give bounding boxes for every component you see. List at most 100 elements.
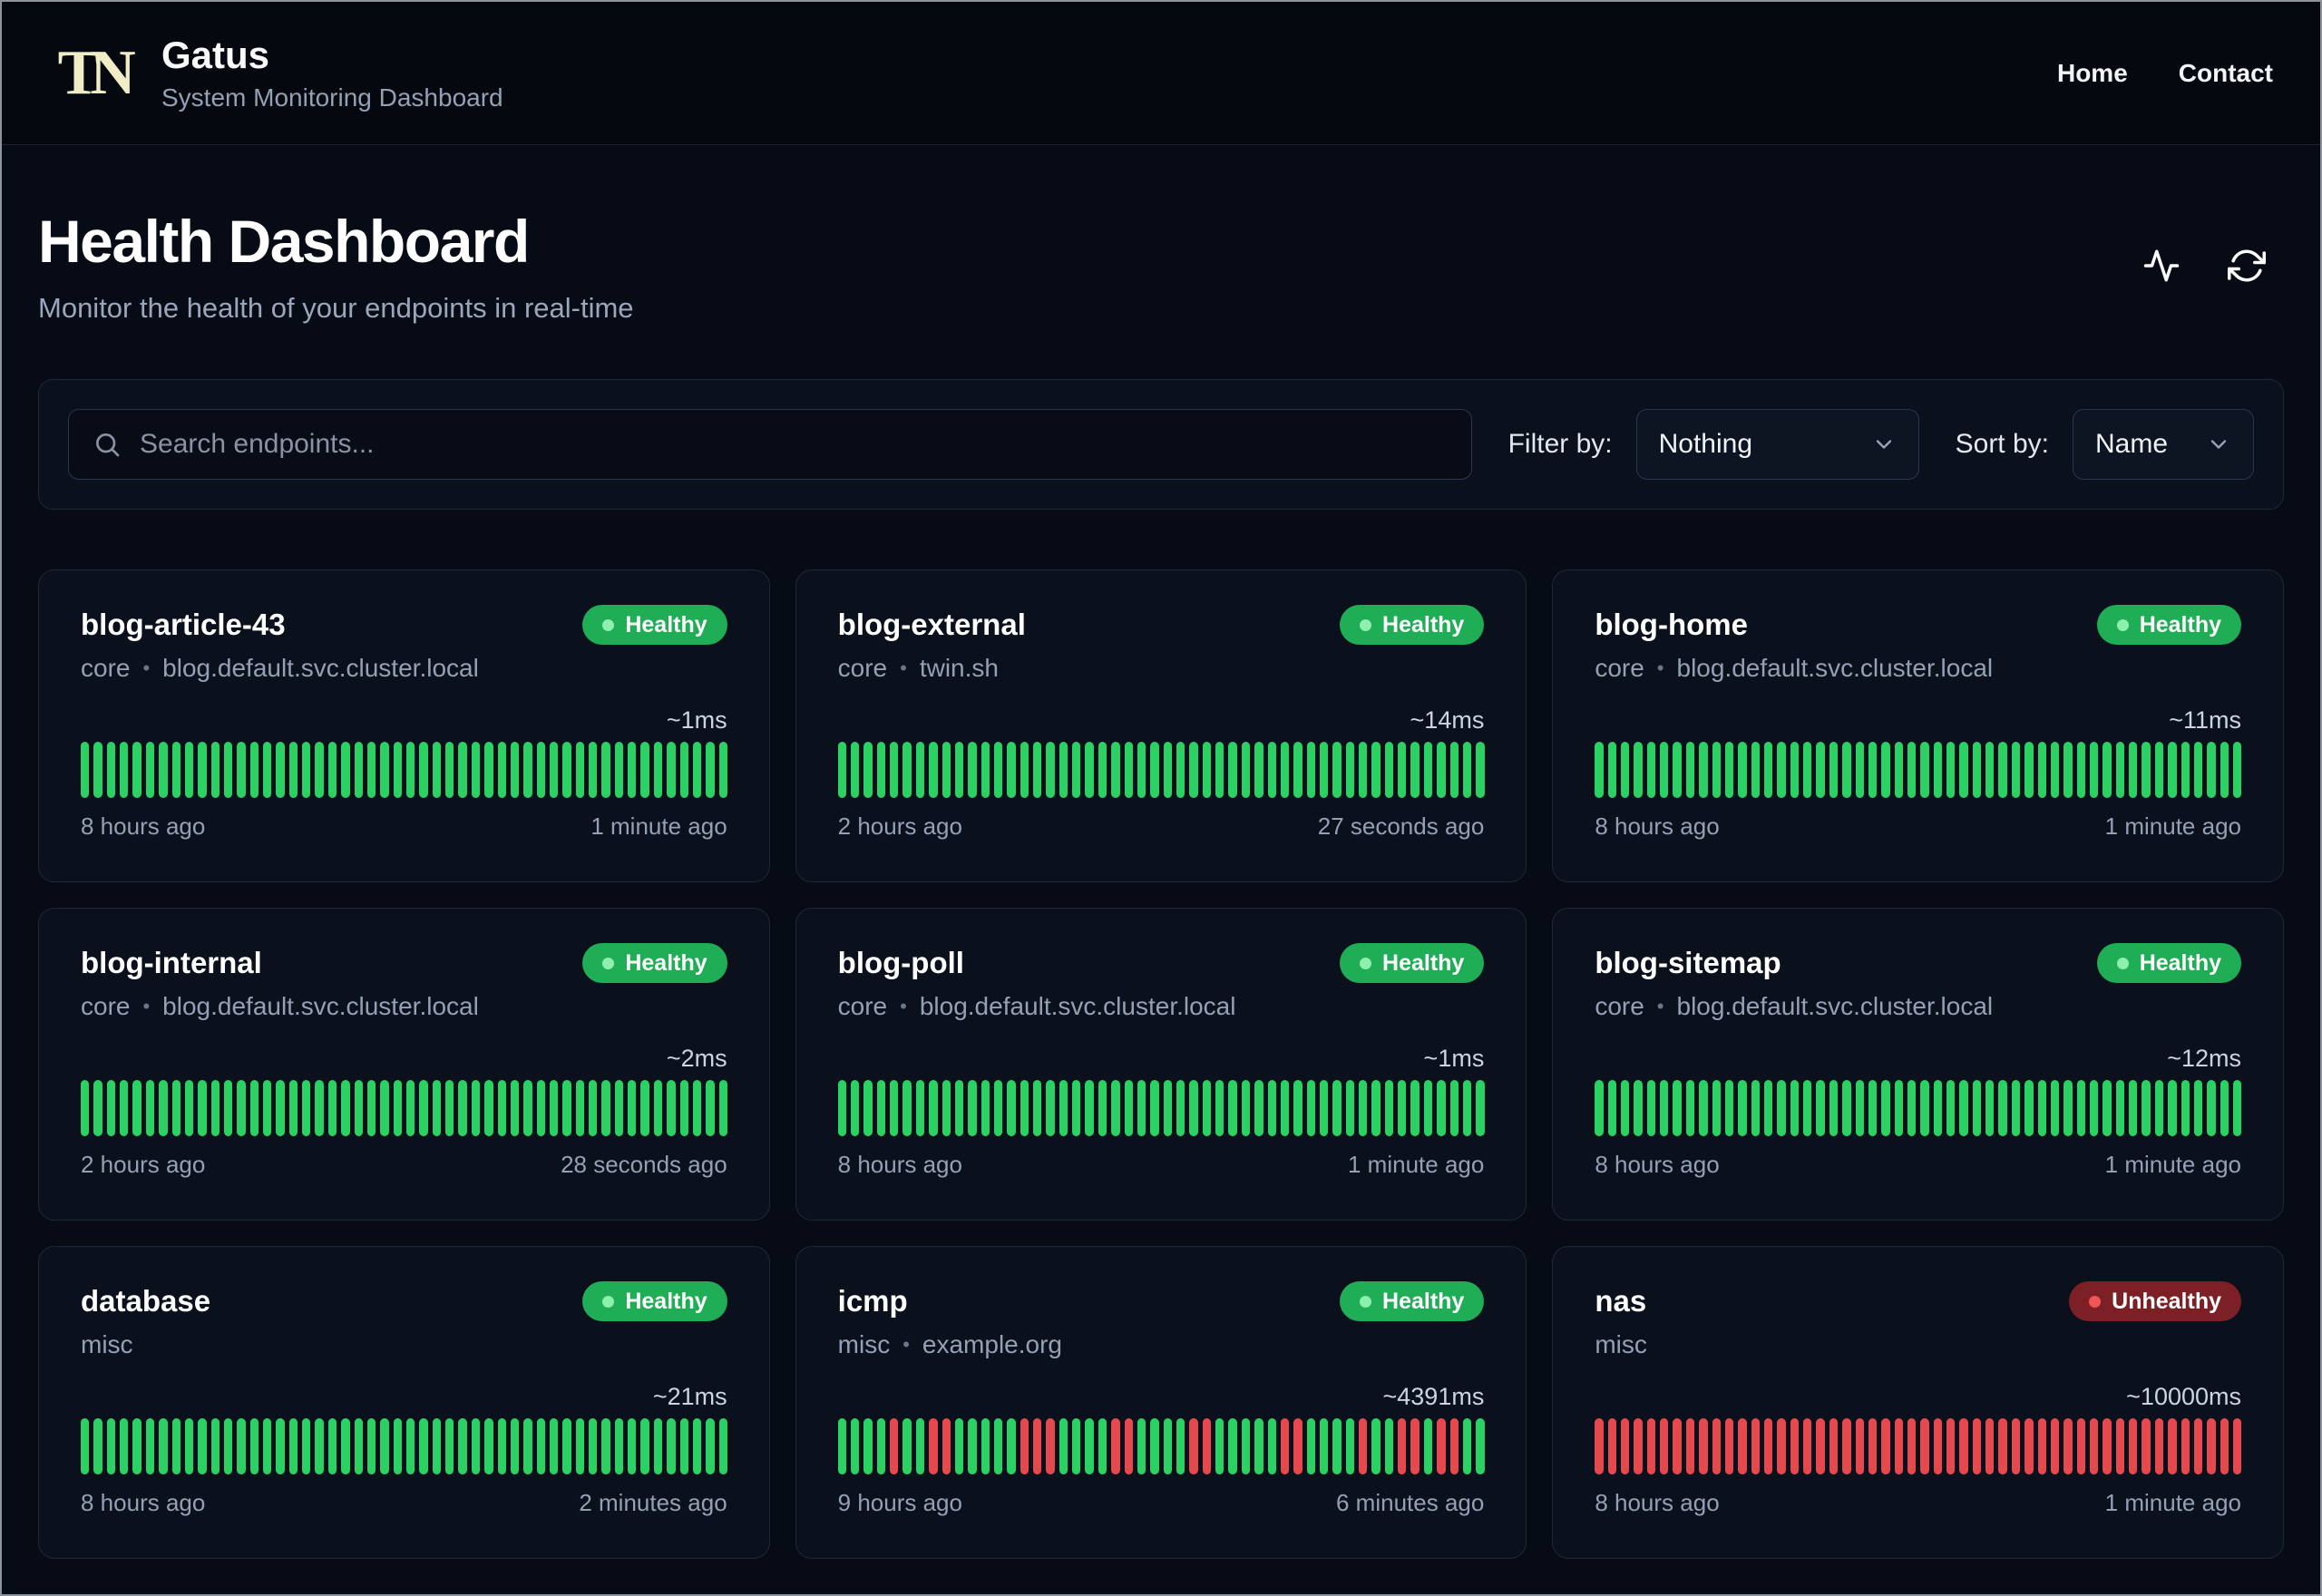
uptime-bar bbox=[1046, 1418, 1055, 1474]
uptime-bar bbox=[1855, 742, 1864, 798]
uptime-bar bbox=[929, 1418, 938, 1474]
uptime-bar bbox=[2168, 1418, 2177, 1474]
uptime-bar bbox=[380, 1080, 389, 1136]
uptime-bar bbox=[1462, 1080, 1472, 1136]
uptime-bar bbox=[1228, 742, 1237, 798]
endpoint-card[interactable]: database Healthy misc ~21ms 8 hours ago … bbox=[38, 1246, 770, 1559]
uptime-bar bbox=[2142, 742, 2151, 798]
nav-link-home[interactable]: Home bbox=[2057, 59, 2128, 88]
uptime-bar bbox=[1046, 1080, 1055, 1136]
endpoint-group: core bbox=[837, 654, 888, 682]
uptime-bars bbox=[1595, 1080, 2242, 1136]
uptime-bar bbox=[1476, 742, 1485, 798]
uptime-bar bbox=[2011, 1418, 2021, 1474]
uptime-bar bbox=[1699, 1418, 1708, 1474]
uptime-bar bbox=[863, 742, 873, 798]
uptime-bar bbox=[993, 1418, 1003, 1474]
uptime-bar bbox=[81, 1080, 90, 1136]
uptime-bar bbox=[993, 742, 1003, 798]
uptime-bar bbox=[1998, 1418, 2007, 1474]
uptime-bar bbox=[366, 1080, 376, 1136]
endpoint-meta: core • blog.default.svc.cluster.local bbox=[81, 992, 727, 1021]
header-actions bbox=[2141, 245, 2284, 287]
search-input[interactable] bbox=[140, 429, 1448, 460]
card-top-row: blog-internal Healthy bbox=[81, 943, 727, 983]
endpoint-card[interactable]: blog-external Healthy core • twin.sh ~14… bbox=[795, 569, 1527, 882]
uptime-bar bbox=[1660, 1418, 1669, 1474]
uptime-bar bbox=[1985, 1080, 1995, 1136]
uptime-bar bbox=[1777, 1080, 1786, 1136]
uptime-bars bbox=[81, 1418, 727, 1474]
endpoint-card[interactable]: blog-poll Healthy core • blog.default.sv… bbox=[795, 908, 1527, 1221]
uptime-bar bbox=[393, 1418, 402, 1474]
uptime-bar bbox=[1150, 1080, 1159, 1136]
uptime-bar bbox=[1332, 1418, 1341, 1474]
uptime-bar bbox=[1621, 742, 1630, 798]
brand[interactable]: TN Gatus System Monitoring Dashboard bbox=[53, 31, 503, 116]
uptime-bar bbox=[575, 1418, 585, 1474]
uptime-bar bbox=[1855, 1418, 1864, 1474]
uptime-bar bbox=[315, 1418, 324, 1474]
uptime-bar bbox=[1685, 1418, 1695, 1474]
uptime-bars bbox=[1595, 1418, 2242, 1474]
uptime-bar bbox=[302, 1418, 311, 1474]
uptime-bar bbox=[902, 1418, 912, 1474]
uptime-bar bbox=[458, 742, 467, 798]
uptime-bar bbox=[1595, 1418, 1604, 1474]
uptime-bar bbox=[2207, 1080, 2216, 1136]
uptime-bar bbox=[393, 742, 402, 798]
history-start: 2 hours ago bbox=[81, 1151, 206, 1178]
page-title: Health Dashboard bbox=[38, 208, 530, 275]
sort-select[interactable]: Name bbox=[2073, 409, 2254, 480]
uptime-bar bbox=[1660, 742, 1669, 798]
uptime-bar bbox=[679, 1080, 688, 1136]
uptime-bar bbox=[1410, 742, 1420, 798]
nav-link-contact[interactable]: Contact bbox=[2179, 59, 2273, 88]
endpoint-name: blog-home bbox=[1595, 608, 1748, 641]
endpoint-meta: core • twin.sh bbox=[838, 654, 1485, 683]
uptime-bar bbox=[837, 742, 847, 798]
uptime-bar bbox=[1293, 1418, 1302, 1474]
uptime-bar bbox=[1699, 1080, 1708, 1136]
sort-by-label: Sort by: bbox=[1955, 429, 2049, 459]
history-range: 8 hours ago 2 minutes ago bbox=[81, 1489, 727, 1517]
endpoint-card[interactable]: icmp Healthy misc • example.org ~4391ms … bbox=[795, 1246, 1527, 1559]
uptime-bar bbox=[2129, 1080, 2138, 1136]
endpoint-card[interactable]: blog-article-43 Healthy core • blog.defa… bbox=[38, 569, 770, 882]
endpoint-card[interactable]: blog-sitemap Healthy core • blog.default… bbox=[1552, 908, 2284, 1221]
uptime-bar bbox=[2076, 1080, 2085, 1136]
uptime-bar bbox=[837, 1418, 847, 1474]
separator-dot: • bbox=[900, 995, 907, 1017]
uptime-bar bbox=[876, 1080, 886, 1136]
uptime-bar bbox=[1829, 742, 1839, 798]
endpoint-card[interactable]: blog-internal Healthy core • blog.defaul… bbox=[38, 908, 770, 1221]
history-end: 2 minutes ago bbox=[579, 1489, 727, 1516]
refresh-icon-button[interactable] bbox=[2226, 245, 2268, 287]
endpoint-meta: core • blog.default.svc.cluster.local bbox=[81, 654, 727, 683]
uptime-bar bbox=[2037, 1418, 2046, 1474]
uptime-bar bbox=[1894, 1418, 1903, 1474]
endpoint-card[interactable]: nas Unhealthy misc ~10000ms 8 hours ago … bbox=[1552, 1246, 2284, 1559]
uptime-bar bbox=[288, 742, 298, 798]
status-badge: Healthy bbox=[582, 943, 727, 983]
activity-icon-button[interactable] bbox=[2141, 245, 2182, 287]
history-end: 1 minute ago bbox=[1348, 1151, 1485, 1178]
uptime-bar bbox=[1660, 1080, 1669, 1136]
search-box[interactable] bbox=[68, 409, 1472, 480]
filter-select[interactable]: Nothing bbox=[1635, 409, 1919, 480]
uptime-bar bbox=[837, 1080, 847, 1136]
uptime-bar bbox=[1163, 742, 1172, 798]
card-top-row: icmp Healthy bbox=[838, 1281, 1485, 1321]
uptime-bars bbox=[81, 1080, 727, 1136]
uptime-bar bbox=[523, 742, 532, 798]
endpoint-card[interactable]: blog-home Healthy core • blog.default.sv… bbox=[1552, 569, 2284, 882]
uptime-bar bbox=[2102, 1418, 2112, 1474]
uptime-bar bbox=[2207, 1418, 2216, 1474]
endpoint-host: blog.default.svc.cluster.local bbox=[162, 992, 479, 1020]
uptime-bar bbox=[1933, 1080, 1943, 1136]
uptime-bar bbox=[1085, 1418, 1094, 1474]
history-start: 8 hours ago bbox=[81, 1489, 206, 1516]
uptime-bar bbox=[510, 742, 520, 798]
history-start: 8 hours ago bbox=[81, 813, 206, 840]
uptime-bar bbox=[1241, 742, 1251, 798]
